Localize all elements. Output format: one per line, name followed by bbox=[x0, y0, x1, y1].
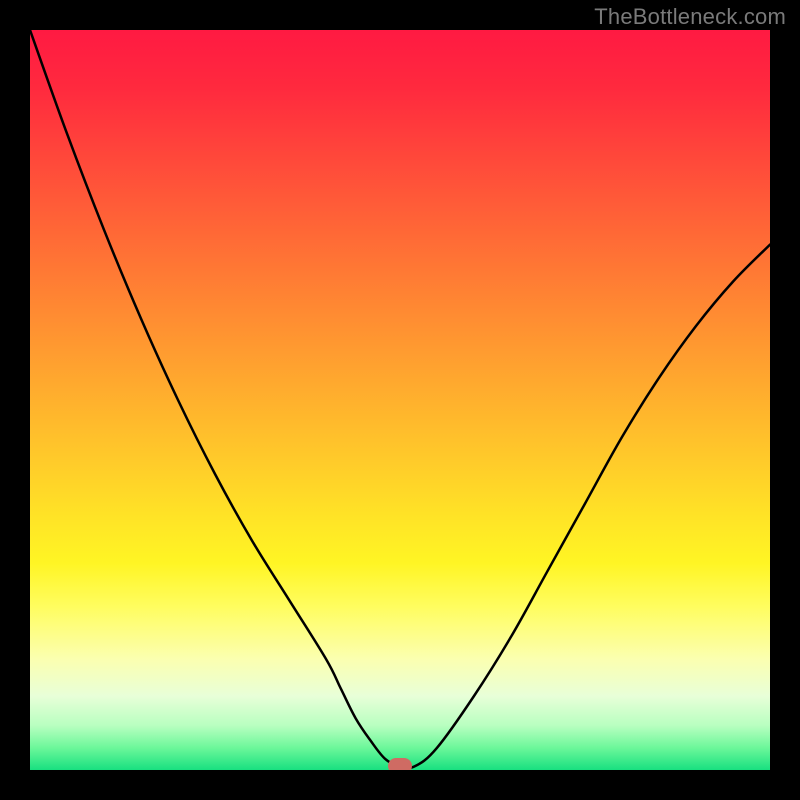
chart-frame: TheBottleneck.com bbox=[0, 0, 800, 800]
bottleneck-curve bbox=[30, 30, 770, 768]
curve-svg bbox=[30, 30, 770, 770]
watermark-text: TheBottleneck.com bbox=[594, 4, 786, 30]
optimal-marker bbox=[388, 758, 412, 770]
plot-area bbox=[30, 30, 770, 770]
